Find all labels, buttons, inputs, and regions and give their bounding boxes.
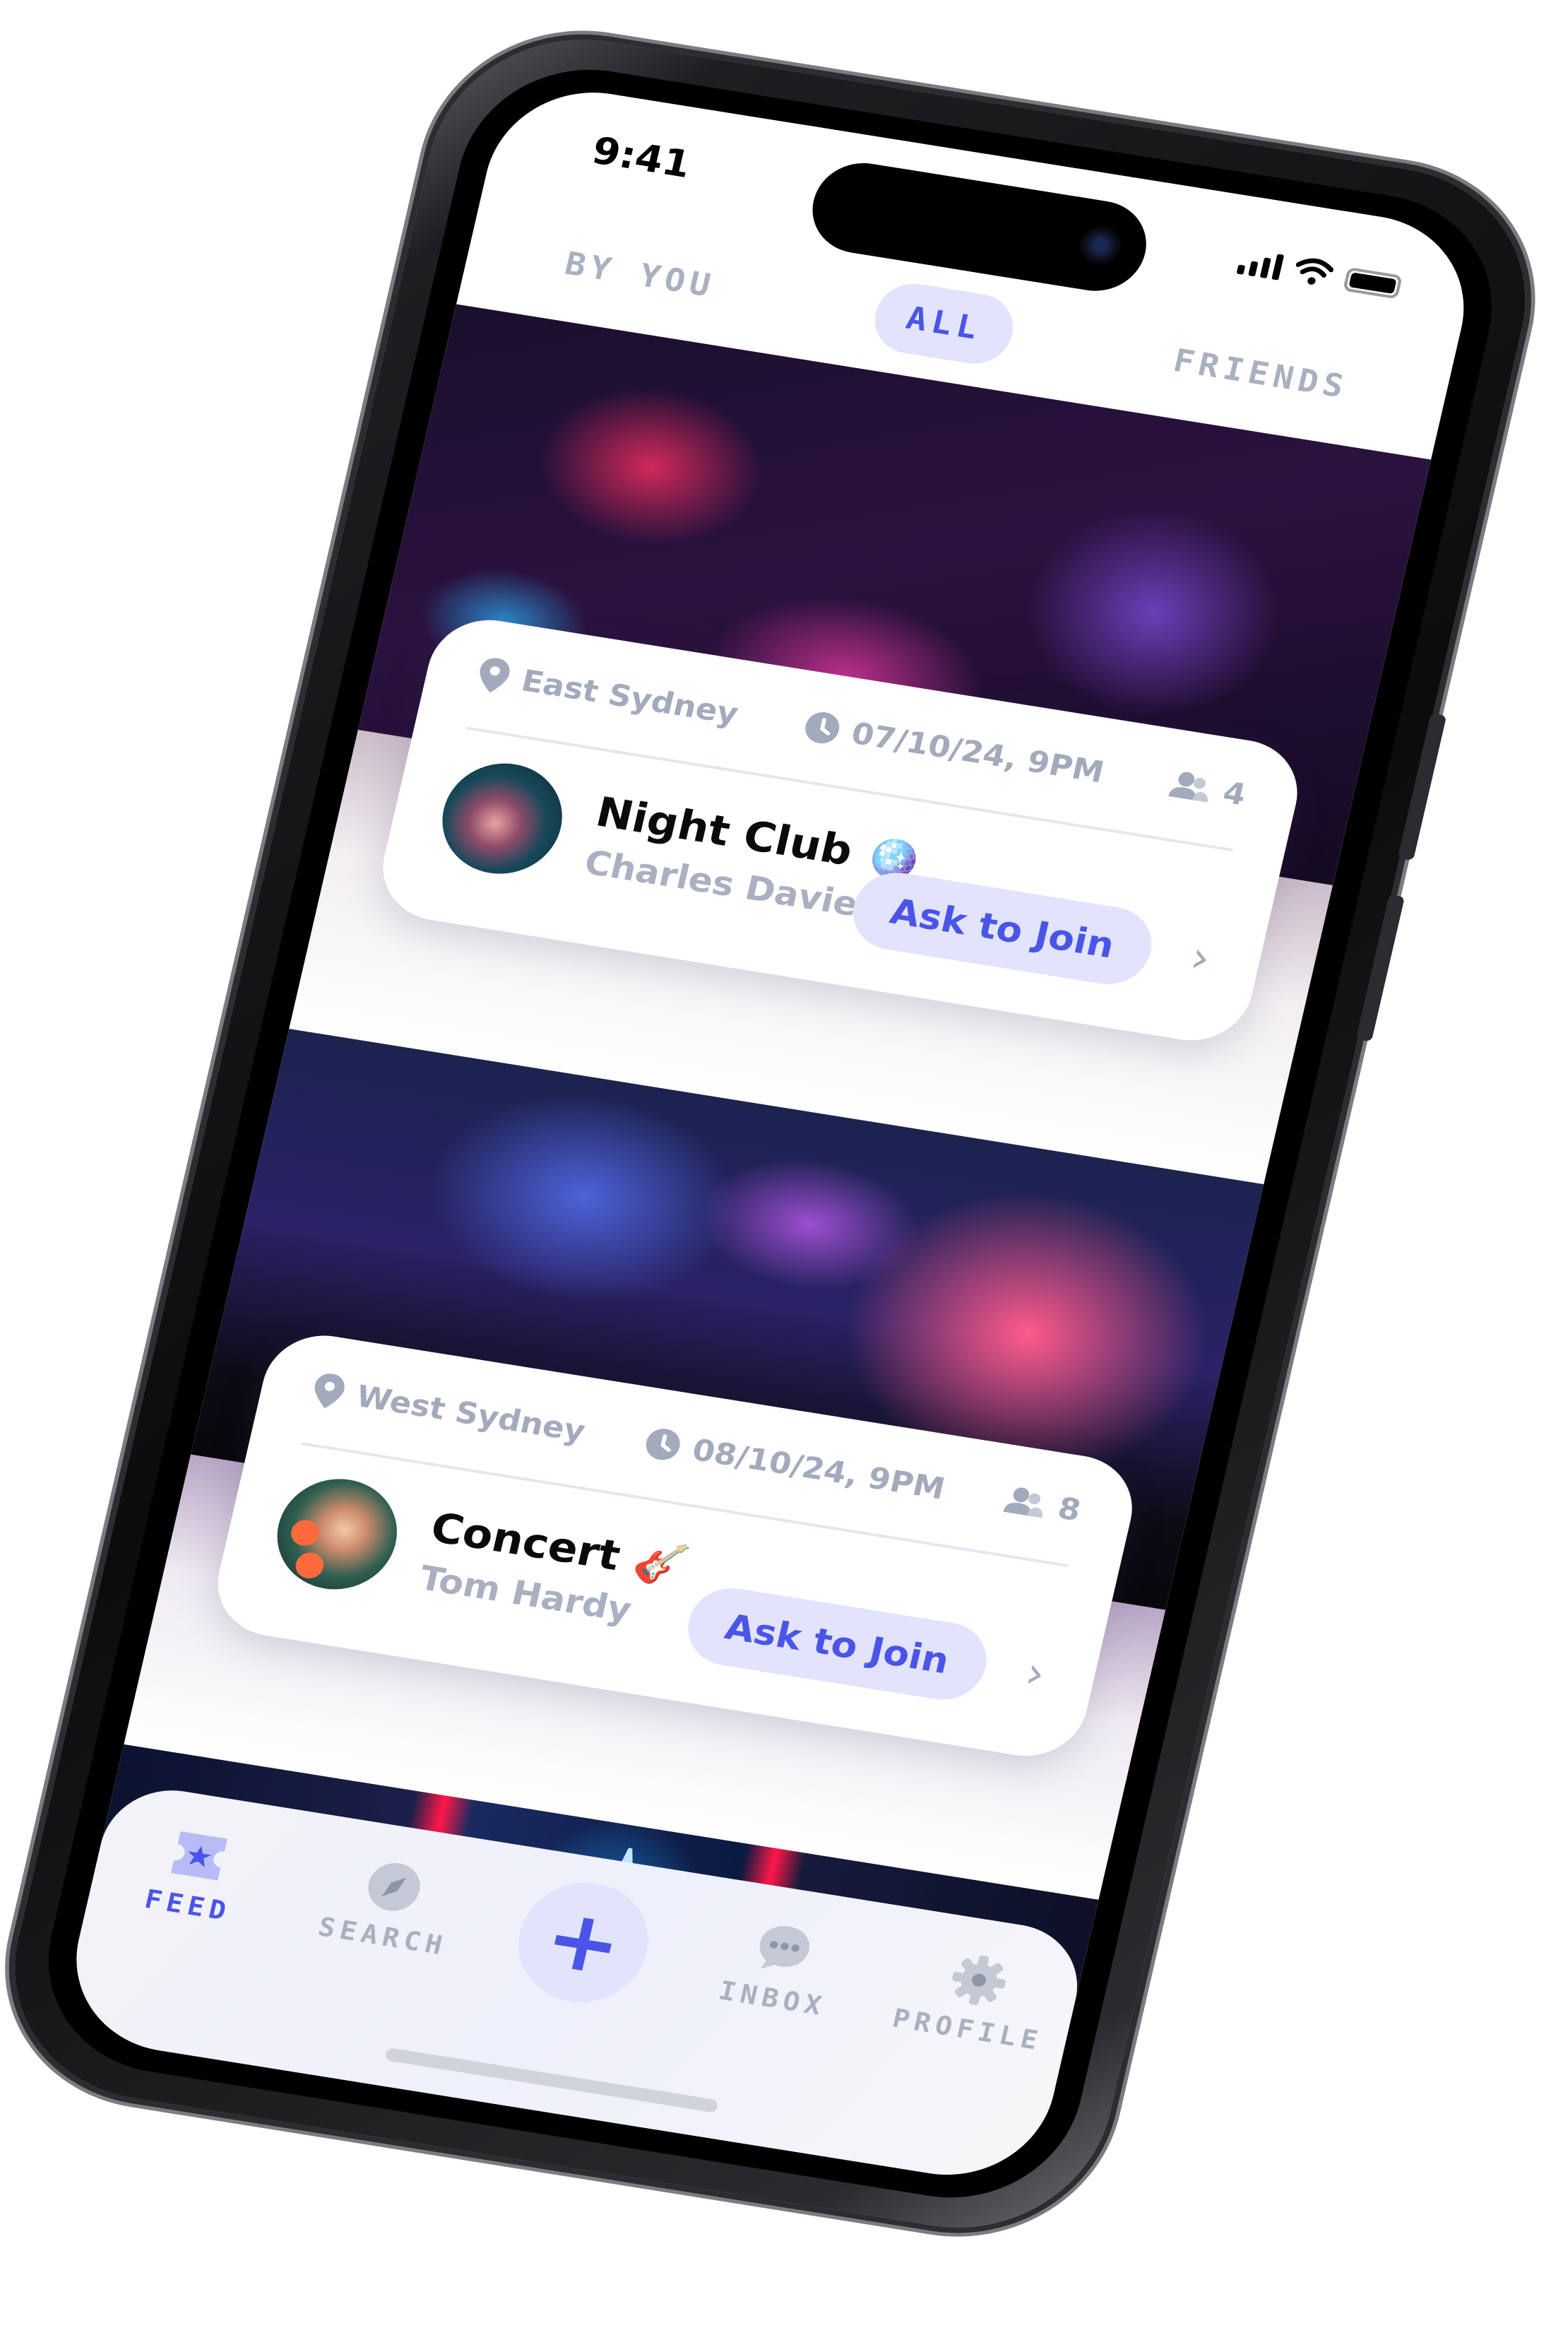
tab-all[interactable]: ALL: [867, 278, 1021, 370]
tab-inbox[interactable]: INBOX: [696, 1912, 862, 2025]
attendees-icon: [1168, 772, 1208, 803]
clock-icon: [646, 1429, 680, 1460]
tab-profile[interactable]: PROFILE: [889, 1943, 1057, 2057]
chevron-right-icon[interactable]: ›: [1021, 1647, 1050, 1698]
plus-icon[interactable]: +: [506, 1873, 660, 2012]
event-location: East Sydney: [518, 663, 742, 732]
location-pin-icon: [480, 658, 510, 693]
ask-to-join-button[interactable]: Ask to Join: [679, 1582, 994, 1706]
battery-icon: [1342, 266, 1403, 300]
tab-feed[interactable]: FEED: [111, 1819, 278, 1932]
event-datetime: 07/10/24, 9PM: [848, 715, 1107, 790]
location-pin-icon: [314, 1373, 345, 1409]
compass-icon: [368, 1862, 420, 1911]
tab-friends[interactable]: FRIENDS: [1135, 321, 1387, 427]
host-avatar[interactable]: [266, 1470, 408, 1598]
app-screen: 9:41 BY YOU ALL FRIENDS East Sydney 07/1…: [57, 78, 1483, 2190]
clock-icon: [804, 711, 839, 744]
camera-icon: [1076, 224, 1124, 267]
host-avatar[interactable]: [431, 755, 574, 882]
wifi-icon: [1295, 258, 1334, 285]
system-icons: [1236, 247, 1404, 300]
cellular-signal-icon: [1236, 248, 1285, 280]
gear-icon: [952, 1955, 1006, 2005]
tab-by-you[interactable]: BY YOU: [526, 224, 754, 326]
chat-bubble-icon: [759, 1926, 810, 1969]
guitar-emoji: 🎸: [629, 1536, 694, 1592]
event-attendee-count: 4: [1219, 774, 1249, 813]
tab-create[interactable]: +: [497, 1873, 668, 2013]
chevron-right-icon[interactable]: ›: [1186, 931, 1215, 983]
event-attendee-count: 8: [1055, 1490, 1084, 1528]
attendees-icon: [1002, 1487, 1043, 1518]
ask-to-join-button[interactable]: Ask to Join: [845, 866, 1160, 991]
event-datetime: 08/10/24, 9PM: [689, 1431, 949, 1507]
event-location: West Sydney: [352, 1378, 589, 1449]
status-time: 9:41: [588, 129, 695, 187]
tab-search[interactable]: SEARCH: [306, 1850, 473, 1963]
ticket-star-icon: [171, 1831, 227, 1881]
phone-mockup: 9:41 BY YOU ALL FRIENDS East Sydney 07/1…: [0, 18, 1554, 2249]
